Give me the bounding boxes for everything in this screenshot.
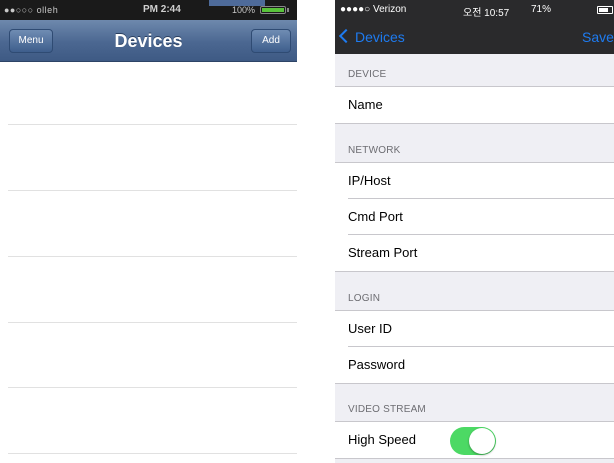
signal-indicator: ●●○○○ olleh [4,5,59,15]
status-time: PM 2:44 [143,4,181,15]
list-separator [8,387,297,388]
list-separator [8,453,297,454]
stream-port-cell[interactable]: Stream Port [335,235,614,271]
back-label: Devices [355,29,405,45]
password-label: Password [348,357,406,372]
stream-port-label: Stream Port [348,245,418,260]
chevron-left-icon [338,28,354,44]
cmd-port-label: Cmd Port [348,209,403,224]
ip-host-label: IP/Host [348,173,391,188]
left-nav-bar: Menu Devices Add [0,20,297,62]
device-list [0,62,297,463]
back-button[interactable]: Devices [338,26,405,48]
section-header-device: DEVICE [348,69,387,80]
toggle-knob [469,428,495,454]
status-time: 오전 10:57 [463,8,510,19]
network-group: IP/Host Cmd Port Stream Port [335,162,614,272]
ip-host-cell[interactable]: IP/Host [335,163,614,199]
save-button[interactable]: Save [582,26,614,48]
battery-icon [597,6,613,14]
list-separator [8,124,297,125]
battery-icon [260,6,286,14]
section-header-network: NETWORK [348,145,401,156]
left-phone-screen: ●●○○○ olleh PM 2:44 100% Menu Devices Ad… [0,0,297,463]
cmd-port-cell[interactable]: Cmd Port [335,199,614,235]
password-cell[interactable]: Password [335,347,614,383]
list-separator [8,190,297,191]
video-stream-group: High Speed [335,421,614,459]
name-cell[interactable]: Name [335,87,614,123]
section-header-login: LOGIN [348,293,381,304]
high-speed-cell: High Speed [335,422,614,458]
right-status-bar: ●●●●○ Verizon 오전 10:57 71% [335,0,614,20]
list-separator [8,322,297,323]
battery-tip-icon [287,8,289,12]
left-status-bar: ●●○○○ olleh PM 2:44 100% [0,0,297,20]
section-header-video-stream: VIDEO STREAM [348,404,426,415]
carrier-signal: ●●●●○ Verizon [340,4,407,15]
login-group: User ID Password [335,310,614,384]
device-group: Name [335,86,614,124]
high-speed-toggle[interactable] [450,427,496,455]
name-label: Name [348,97,383,112]
high-speed-label: High Speed [348,432,416,447]
user-id-label: User ID [348,321,393,336]
list-separator [8,256,297,257]
right-nav-bar: Devices Save [335,20,614,54]
right-phone-screen: ●●●●○ Verizon 오전 10:57 71% Devices Save … [335,0,614,463]
battery-percent: 100% [232,5,256,15]
user-id-cell[interactable]: User ID [335,311,614,347]
battery-percent: 71% [531,4,552,15]
add-button[interactable]: Add [251,29,291,53]
